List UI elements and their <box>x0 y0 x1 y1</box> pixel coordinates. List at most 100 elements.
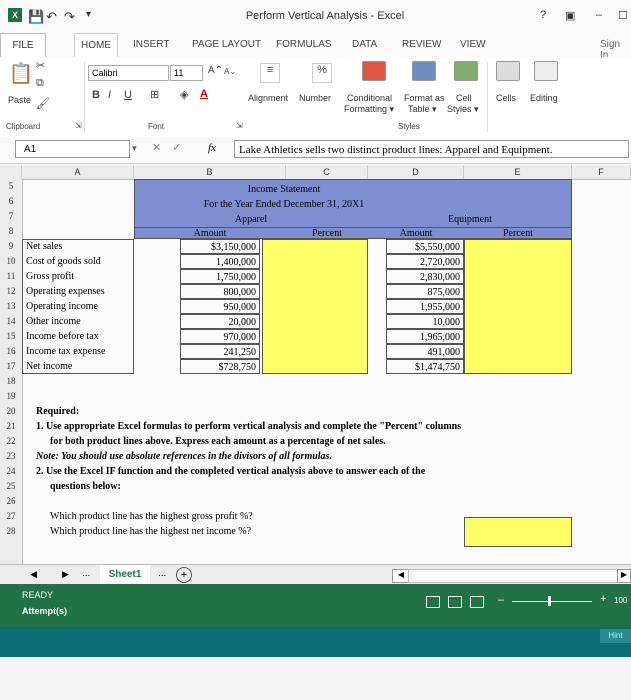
apparel-amount-cell[interactable]: 970,000 <box>180 329 260 344</box>
apparel-amount-cell[interactable]: 241,250 <box>180 344 260 359</box>
clipboard-launcher-icon[interactable]: ⇲ <box>75 121 82 130</box>
row-header[interactable]: 7 <box>0 209 22 224</box>
format-painter-icon[interactable]: 🖌 <box>36 97 50 110</box>
format-as-table-label[interactable]: Format as <box>404 93 445 103</box>
customize-toolbar-icon[interactable]: ▾ <box>86 9 91 20</box>
row-header[interactable]: 12 <box>0 284 22 299</box>
row-label-cogs[interactable]: Cost of goods sold <box>26 254 101 269</box>
row-header[interactable]: 17 <box>0 359 22 374</box>
answer-input-range[interactable] <box>464 517 572 547</box>
zoom-slider[interactable] <box>512 601 592 602</box>
row-label-income-before-tax[interactable]: Income before tax <box>26 329 99 344</box>
ribbon-display-button[interactable]: ▣ <box>565 9 575 22</box>
row-label-other-income[interactable]: Other income <box>26 314 81 329</box>
save-icon[interactable]: 💾 <box>28 9 44 25</box>
equipment-amount-cell[interactable]: 491,000 <box>386 344 464 359</box>
row-header[interactable]: 19 <box>0 389 22 404</box>
enter-icon[interactable]: ✓ <box>172 141 181 154</box>
row-header[interactable]: 13 <box>0 299 22 314</box>
equipment-amount-cell[interactable]: 875,000 <box>386 284 464 299</box>
conditional-formatting-dropdown[interactable]: Formatting ▾ <box>344 104 394 115</box>
row-label-operating-income[interactable]: Operating income <box>26 299 98 314</box>
number-button[interactable]: Number <box>299 93 331 103</box>
font-launcher-icon[interactable]: ⇲ <box>236 121 243 130</box>
row-header[interactable]: 28 <box>0 524 22 539</box>
paste-button[interactable]: Paste <box>8 95 31 105</box>
name-box[interactable]: A1 <box>15 140 130 158</box>
row-label-net-sales[interactable]: Net sales <box>26 239 62 254</box>
font-name-box[interactable]: Calibri <box>88 65 169 81</box>
font-color-icon[interactable]: A <box>200 88 208 100</box>
cell-styles-dropdown[interactable]: Styles ▾ <box>447 104 479 115</box>
row-header[interactable]: 25 <box>0 479 22 494</box>
insert-function-icon[interactable]: fx <box>208 142 216 154</box>
zoom-out-button[interactable]: – <box>498 594 504 606</box>
apparel-amount-cell[interactable]: $3,150,000 <box>180 239 260 254</box>
apparel-amount-cell[interactable]: 20,000 <box>180 314 260 329</box>
column-header-a[interactable]: A <box>22 165 134 179</box>
zoom-slider-thumb[interactable] <box>548 596 551 606</box>
cut-icon[interactable]: ✂ <box>36 59 45 72</box>
tab-insert[interactable]: INSERT <box>133 39 170 50</box>
help-button[interactable]: ? <box>540 9 546 21</box>
column-header-e[interactable]: E <box>464 165 572 179</box>
row-label-income-tax-expense[interactable]: Income tax expense <box>26 344 105 359</box>
alignment-icon[interactable]: ≡ <box>260 63 280 83</box>
sheet-tab-sheet1[interactable]: Sheet1 <box>100 565 150 586</box>
equipment-amount-cell[interactable]: 1,955,000 <box>386 299 464 314</box>
equipment-amount-cell[interactable]: 1,965,000 <box>386 329 464 344</box>
apparel-amount-cell[interactable]: $728,750 <box>180 359 260 374</box>
row-header[interactable]: 26 <box>0 494 22 509</box>
tab-data[interactable]: DATA <box>352 39 377 50</box>
equipment-amount-cell[interactable]: $5,550,000 <box>386 239 464 254</box>
tab-page-layout[interactable]: PAGE LAYOUT <box>192 39 261 50</box>
more-sheets-right[interactable]: ... <box>158 568 166 579</box>
editing-button[interactable]: Editing <box>530 93 558 103</box>
normal-view-icon[interactable] <box>426 596 440 608</box>
minimize-button[interactable]: – <box>596 9 602 21</box>
apparel-amount-cell[interactable]: 950,000 <box>180 299 260 314</box>
undo-icon[interactable]: ↶ <box>46 9 57 25</box>
cells-button[interactable]: Cells <box>496 93 516 103</box>
row-header[interactable]: 21 <box>0 419 22 434</box>
zoom-level[interactable]: 100 <box>614 596 627 605</box>
row-header[interactable]: 8 <box>0 224 22 239</box>
number-format-icon[interactable]: % <box>312 63 332 83</box>
format-as-table-icon[interactable] <box>412 61 436 81</box>
row-header[interactable]: 9 <box>0 239 22 254</box>
equipment-percent-input-range[interactable] <box>464 239 572 374</box>
cell-styles-label[interactable]: Cell <box>456 93 472 103</box>
underline-button[interactable]: U <box>124 89 132 101</box>
row-header[interactable]: 18 <box>0 374 22 389</box>
row-header[interactable]: 16 <box>0 344 22 359</box>
new-sheet-button[interactable]: + <box>176 567 192 583</box>
font-size-box[interactable]: 11 <box>170 65 203 81</box>
apparel-amount-cell[interactable]: 800,000 <box>180 284 260 299</box>
format-as-table-dropdown[interactable]: Table ▾ <box>408 104 437 115</box>
name-box-dropdown-icon[interactable]: ▾ <box>132 143 137 154</box>
conditional-formatting-label[interactable]: Conditional <box>347 93 392 103</box>
hscroll-right-icon[interactable]: ▶ <box>617 569 631 583</box>
row-header[interactable]: 20 <box>0 404 22 419</box>
row-header[interactable]: 24 <box>0 464 22 479</box>
tab-view[interactable]: VIEW <box>460 39 486 50</box>
bold-button[interactable]: B <box>92 89 100 101</box>
row-header[interactable]: 14 <box>0 314 22 329</box>
scroll-left-icon[interactable]: ◀ <box>30 569 37 580</box>
row-label-operating-expenses[interactable]: Operating expenses <box>26 284 105 299</box>
row-header[interactable]: 22 <box>0 434 22 449</box>
column-header-d[interactable]: D <box>368 165 464 179</box>
row-header[interactable]: 10 <box>0 254 22 269</box>
cancel-icon[interactable]: ✕ <box>152 141 161 154</box>
row-header[interactable]: 5 <box>0 179 22 194</box>
row-header[interactable]: 27 <box>0 509 22 524</box>
row-label-net-income[interactable]: Net income <box>26 359 72 374</box>
copy-icon[interactable]: ⧉ <box>36 77 44 90</box>
equipment-amount-cell[interactable]: 2,830,000 <box>386 269 464 284</box>
apparel-amount-cell[interactable]: 1,400,000 <box>180 254 260 269</box>
fill-color-icon[interactable]: ◈ <box>180 88 188 101</box>
italic-button[interactable]: I <box>108 89 111 101</box>
borders-icon[interactable]: ⊞ <box>150 88 159 101</box>
more-sheets-left[interactable]: ... <box>82 568 90 579</box>
restore-button[interactable]: ☐ <box>618 9 628 22</box>
